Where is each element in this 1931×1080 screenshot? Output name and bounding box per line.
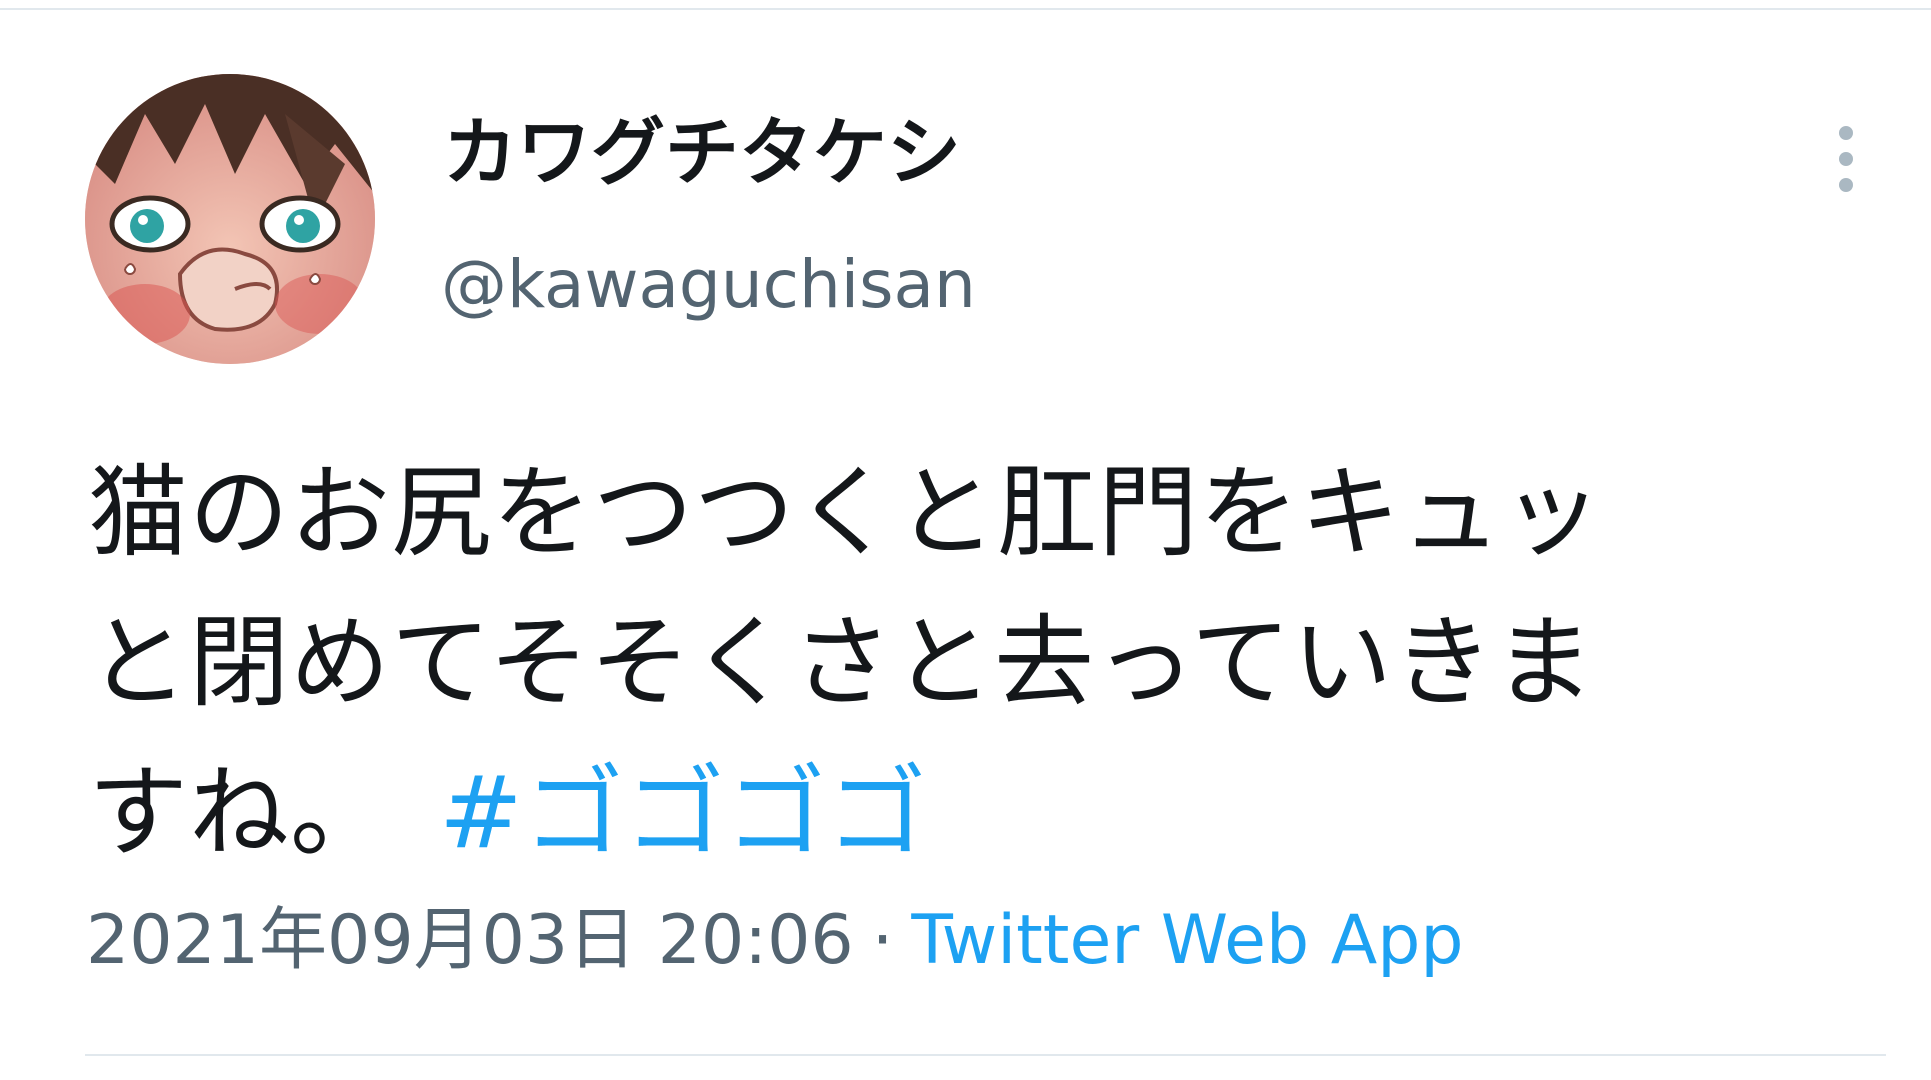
more-options-button[interactable]	[1818, 118, 1874, 204]
hashtag-link[interactable]: #ゴゴゴゴ	[439, 754, 928, 871]
tweet-timestamp[interactable]: 2021年09月03日 20:06	[86, 901, 854, 980]
avatar-illustration	[85, 74, 375, 364]
tweet-meta: 2021年09月03日 20:06 · Twitter Web App	[86, 896, 1464, 986]
tweet-text-line: 猫のお尻をつつくと肛門をキュッ	[88, 454, 1603, 571]
bottom-divider	[85, 1054, 1886, 1056]
tweet-source-link[interactable]: Twitter Web App	[911, 901, 1463, 980]
avatar[interactable]	[85, 74, 375, 364]
tweet-text-last-line: すね。 #ゴゴゴゴ	[88, 738, 1888, 888]
author-display-name[interactable]: カワグチタケシ	[443, 108, 961, 198]
author-handle[interactable]: @kawaguchisan	[441, 240, 976, 330]
meta-separator: ·	[871, 901, 894, 980]
tweet-text-line: と閉めてそそくさと去っていきま	[88, 604, 1595, 721]
tweet-text-line: すね。	[88, 754, 391, 871]
tweet-card: カワグチタケシ @kawaguchisan 猫のお尻をつつくと肛門をキュッ と閉…	[0, 0, 1931, 1080]
tweet-text: 猫のお尻をつつくと肛門をキュッ と閉めてそそくさと去っていきま すね。 #ゴゴゴゴ	[88, 438, 1888, 888]
